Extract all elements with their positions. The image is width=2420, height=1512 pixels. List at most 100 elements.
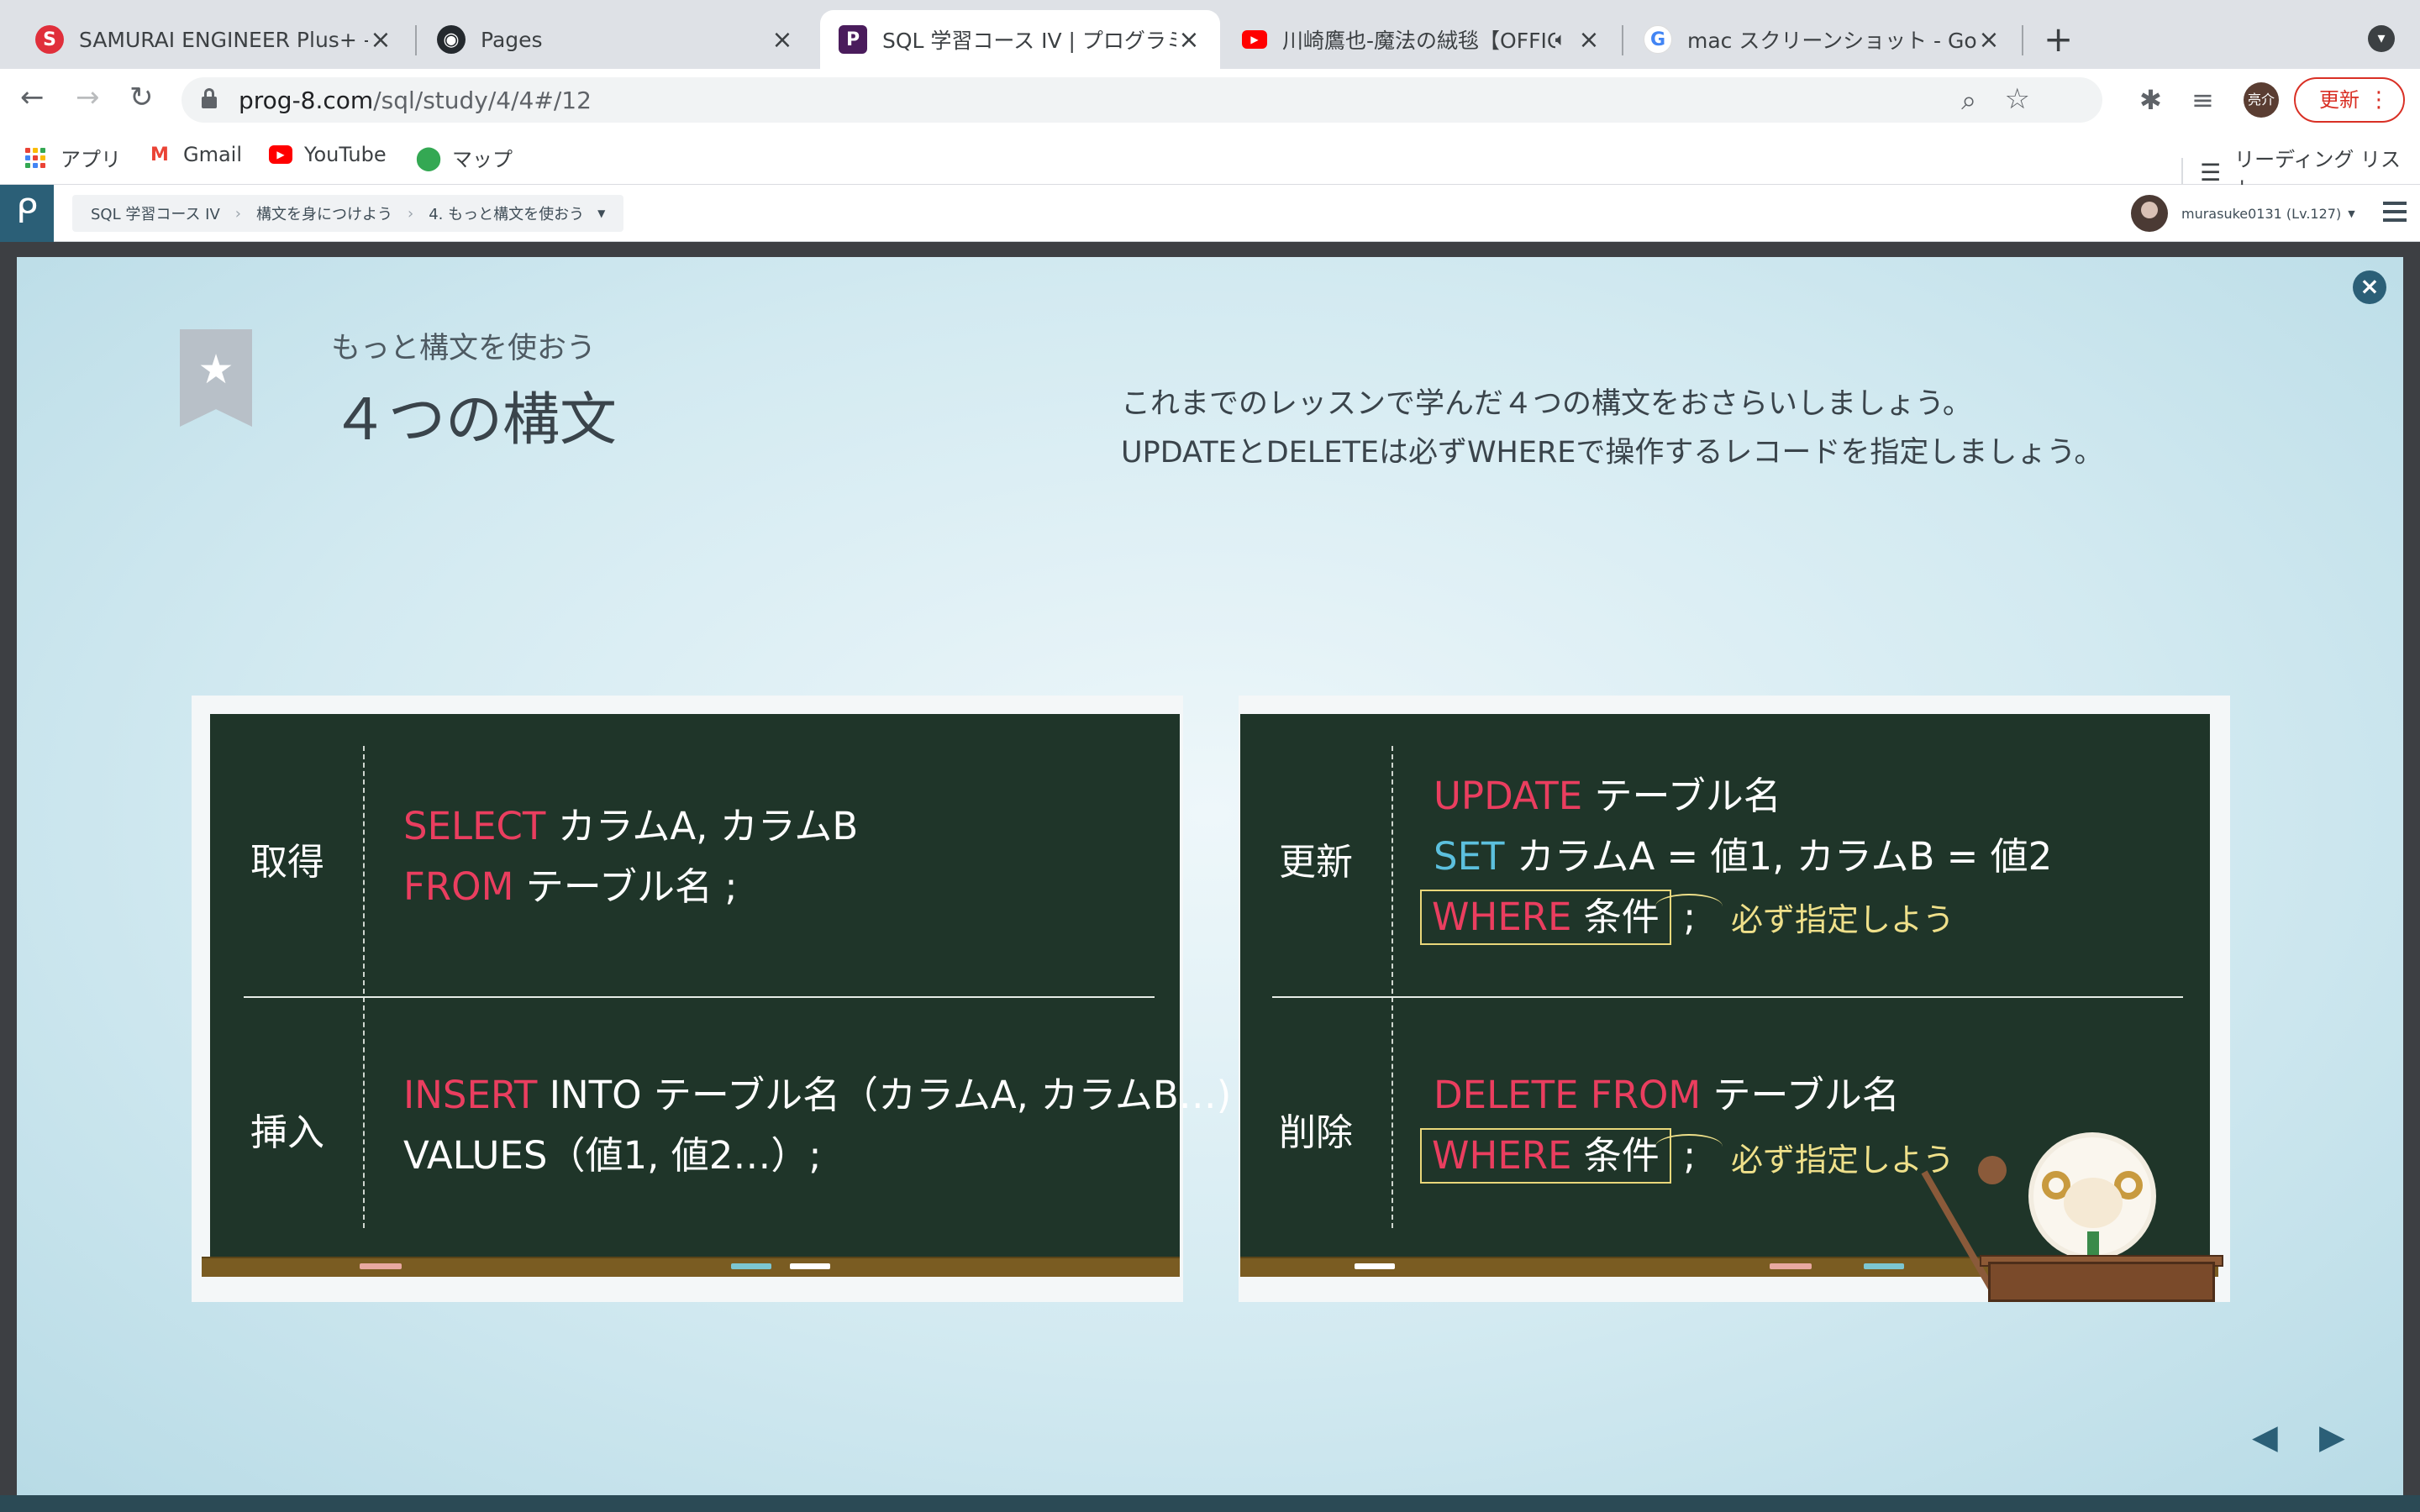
- tab-separator: [415, 25, 417, 55]
- tab-google[interactable]: G mac スクリーンショット - Google ×: [1625, 10, 2020, 69]
- note-arrow: [1655, 1134, 1723, 1159]
- breadcrumb[interactable]: SQL 学習コース IV › 構文を身につけよう › 4. もっと構文を使おう …: [72, 195, 624, 232]
- site-logo[interactable]: ᑭ: [0, 185, 54, 242]
- prev-slide-button[interactable]: ◀: [2252, 1418, 2278, 1457]
- chalk: [360, 1263, 402, 1269]
- lesson-subtitle: もっと構文を使おう: [331, 332, 597, 365]
- close-icon[interactable]: ×: [1176, 25, 1202, 55]
- chalk: [1770, 1263, 1812, 1269]
- tab-title: Pages: [481, 27, 543, 52]
- divider: [363, 746, 365, 1228]
- chevron-down-icon: ▼: [2348, 207, 2355, 219]
- breadcrumb-item[interactable]: 4. もっと構文を使おう: [429, 202, 584, 224]
- where-highlight: WHERE 条件: [1420, 890, 1671, 945]
- sql-insert-statement: INSERT INTO テーブル名（カラムA, カラムB…) VALUES（値1…: [403, 1073, 1232, 1178]
- close-icon[interactable]: ×: [1976, 25, 2002, 55]
- bookmark-apps[interactable]: アプリ: [25, 143, 121, 172]
- media-control-icon[interactable]: ≡: [2191, 84, 2214, 116]
- tab-separator: [2022, 25, 2023, 55]
- annotation-note: 必ず指定しよう: [1731, 901, 1955, 938]
- close-icon[interactable]: ×: [2353, 270, 2386, 304]
- breadcrumb-item[interactable]: SQL 学習コース IV: [91, 202, 220, 224]
- lock-icon[interactable]: [202, 88, 217, 108]
- avatar: [2131, 195, 2168, 232]
- bookmark-label: マップ: [452, 148, 513, 171]
- chalk: [1355, 1263, 1395, 1269]
- tab-sql-course[interactable]: P SQL 学習コース IV | プログラミン ×: [820, 10, 1220, 69]
- bookmark-label: Gmail: [183, 143, 243, 166]
- row-label: 取得: [250, 841, 324, 884]
- github-icon: ◉: [437, 25, 466, 54]
- youtube-icon: ▶: [1242, 30, 1267, 49]
- sheep-teacher-illustration: [1921, 1137, 2223, 1302]
- hamburger-menu-icon[interactable]: [2383, 202, 2407, 227]
- speaker-icon[interactable]: 🔈︎: [1555, 29, 1566, 50]
- close-icon[interactable]: ×: [1576, 25, 1602, 55]
- slide-description: これまでのレッスンで学んだ４つの構文をおさらいしましょう。 UPDATEとDEL…: [1121, 387, 2104, 470]
- site-header: ᑭ SQL 学習コース IV › 構文を身につけよう › 4. もっと構文を使お…: [0, 185, 2420, 242]
- tab-title: mac スクリーンショット - Google: [1687, 29, 1976, 53]
- bookmark-label: アプリ: [60, 148, 121, 171]
- google-icon: G: [1644, 25, 1672, 54]
- close-icon[interactable]: ×: [770, 25, 795, 55]
- tab-search-icon[interactable]: ▾: [2368, 25, 2395, 52]
- update-button[interactable]: 更新 ⋮: [2294, 77, 2405, 123]
- user-menu[interactable]: murasuke0131 (Lv.127) ▼: [2131, 195, 2355, 232]
- bookmark-star-icon[interactable]: ☆: [2005, 82, 2030, 116]
- divider: [244, 996, 1155, 998]
- bookmarks-bar: アプリ M Gmail ▶ YouTube ⬤ マップ ☰ リーディング リスト: [0, 131, 2420, 201]
- browser-toolbar: ← → ↻ prog-8.com/sql/study/4/4#/12 ⌕ ☆ ✱…: [0, 69, 2420, 131]
- chalk-ledge: [202, 1257, 1180, 1277]
- address-bar[interactable]: prog-8.com/sql/study/4/4#/12 ⌕ ☆: [182, 77, 2102, 123]
- new-tab-button[interactable]: +: [2044, 18, 2073, 60]
- row-label: 削除: [1279, 1111, 1353, 1154]
- url-text[interactable]: prog-8.com/sql/study/4/4#/12: [239, 87, 592, 114]
- tab-youtube[interactable]: ▶ 川崎鷹也-魔法の絨毯【OFFIC 🔈︎ ×: [1223, 10, 1620, 69]
- extensions-icon[interactable]: ✱: [2139, 84, 2162, 116]
- tab-separator: [1622, 25, 1623, 55]
- progate-icon: P: [839, 25, 867, 54]
- bookmark-youtube[interactable]: ▶ YouTube: [269, 143, 387, 166]
- chalk: [1864, 1263, 1904, 1269]
- samurai-icon: S: [35, 25, 64, 54]
- avatar[interactable]: 亮介: [2244, 82, 2279, 118]
- tab-title: 川崎鷹也-魔法の絨毯【OFFIC: [1282, 29, 1555, 53]
- tab-pages[interactable]: ◉ Pages ×: [418, 10, 813, 69]
- note-arrow: [1655, 894, 1723, 919]
- page-title: ４つの構文: [331, 387, 618, 454]
- bookmark-gmail[interactable]: M Gmail: [148, 143, 242, 166]
- reading-list-icon: ☰: [2199, 158, 2222, 186]
- next-slide-button[interactable]: ▶: [2319, 1418, 2345, 1457]
- bookmark-label: YouTube: [304, 143, 387, 166]
- star-icon: ★: [197, 346, 234, 393]
- bookmark-maps[interactable]: ⬤ マップ: [415, 143, 513, 172]
- where-highlight: WHERE 条件: [1420, 1128, 1671, 1184]
- forward-icon[interactable]: →: [76, 81, 100, 114]
- chalk: [731, 1263, 771, 1269]
- tab-strip: S SAMURAI ENGINEER Plus+ - El × ◉ Pages …: [0, 0, 2420, 69]
- reload-icon[interactable]: ↻: [129, 81, 154, 114]
- divider: [1272, 996, 2183, 998]
- more-icon: ⋮: [2368, 87, 2390, 113]
- progress-bar: [0, 1495, 2420, 1512]
- podium: [1988, 1262, 2215, 1302]
- username: murasuke0131 (Lv.127): [2181, 205, 2342, 222]
- breadcrumb-item[interactable]: 構文を身につけよう: [256, 202, 392, 224]
- close-icon[interactable]: ×: [368, 25, 393, 55]
- back-icon[interactable]: ←: [20, 81, 45, 114]
- maps-icon: ⬤: [415, 144, 442, 171]
- divider: [2181, 158, 2183, 186]
- gmail-icon: M: [150, 144, 169, 165]
- tab-samurai[interactable]: S SAMURAI ENGINEER Plus+ - El ×: [17, 10, 412, 69]
- divider: [1392, 746, 1393, 1228]
- zoom-icon[interactable]: ⌕: [1961, 84, 1976, 117]
- youtube-icon: ▶: [269, 145, 292, 164]
- row-label: 更新: [1279, 841, 1353, 884]
- row-label: 挿入: [250, 1111, 324, 1154]
- chalk: [790, 1263, 830, 1269]
- apps-icon: [25, 147, 45, 168]
- sql-select-statement: SELECT カラムA, カラムB FROM テーブル名 ;: [403, 804, 859, 909]
- chevron-right-icon: ›: [234, 204, 241, 223]
- tab-title: SQL 学習コース IV | プログラミン: [882, 29, 1176, 53]
- chevron-down-icon[interactable]: ▼: [597, 207, 605, 219]
